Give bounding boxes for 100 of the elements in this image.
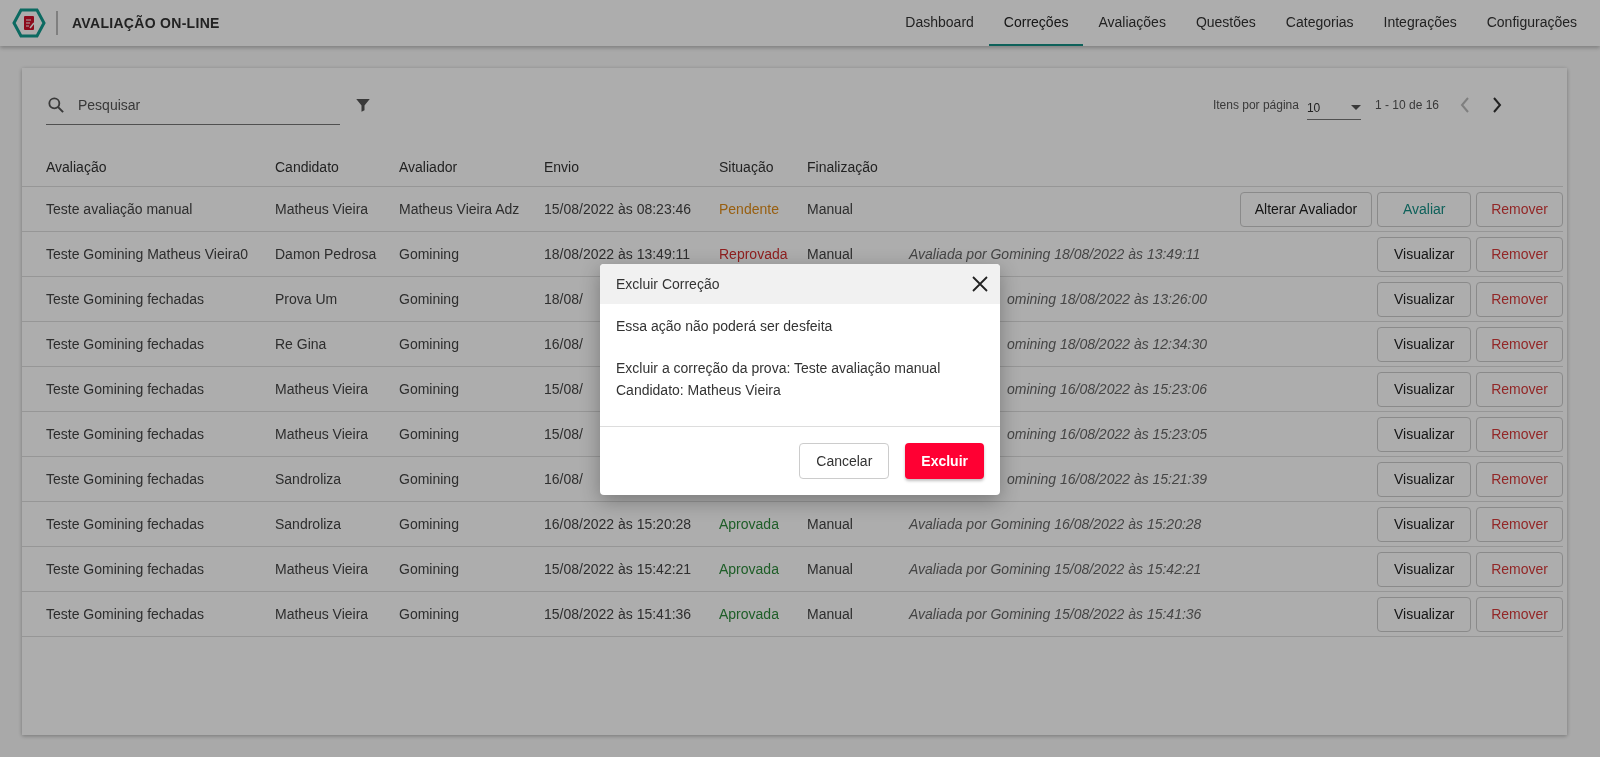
- row-action-button[interactable]: Alterar Avaliador: [1239, 191, 1373, 227]
- row-action-button[interactable]: Visualizar: [1377, 326, 1472, 362]
- row-action-button[interactable]: Remover: [1476, 281, 1563, 317]
- column-header: Candidato: [275, 159, 340, 175]
- evaluation-note: Avaliada por Gomining 15/08/2022 às 15:41:36: [907, 606, 1202, 622]
- table-cell: Teste Gomining fechadas: [46, 561, 204, 577]
- evaluation-note: Avaliada por Gomining 15/08/2022 às 15:42:21: [907, 561, 1202, 577]
- table-cell: Matheus Vieira: [275, 201, 369, 217]
- status-text: Aprovada: [719, 606, 779, 622]
- row-action-button[interactable]: Visualizar: [1377, 371, 1472, 407]
- evaluation-note: Avaliada por Gomining 16/08/2022 às 15:20:28: [907, 516, 1202, 532]
- table-cell: Teste Gomining Matheus Vieira0: [46, 246, 249, 262]
- table-cell: Gomining: [399, 246, 459, 262]
- table-cell: Matheus Vieira: [275, 426, 369, 442]
- table-cell: Gomining: [399, 516, 459, 532]
- row-action-button[interactable]: Remover: [1476, 506, 1563, 542]
- nav-tab[interactable]: Categorias: [1270, 0, 1369, 46]
- row-action-button[interactable]: Visualizar: [1377, 416, 1472, 452]
- row-action-button[interactable]: Remover: [1476, 461, 1563, 497]
- nav-tab[interactable]: Configurações: [1471, 0, 1592, 46]
- dialog-message: Essa ação não poderá ser desfeita: [616, 318, 834, 334]
- page-range: 1 - 10 de 16: [1374, 98, 1439, 112]
- table-cell: Sandroliza: [275, 471, 342, 487]
- table-cell: 15/08/: [544, 426, 583, 442]
- logo-icon: [12, 8, 46, 38]
- app-title: AVALIAÇÃO ON-LINE: [72, 15, 220, 31]
- row-action-button[interactable]: Visualizar: [1377, 551, 1472, 587]
- table-cell: Teste Gomining fechadas: [46, 516, 204, 532]
- column-header: Finalização: [807, 159, 879, 175]
- row-action-button[interactable]: Visualizar: [1377, 506, 1472, 542]
- row-action-button[interactable]: Visualizar: [1377, 281, 1472, 317]
- table-cell: Re Gina: [275, 336, 327, 352]
- table-cell: Gomining: [399, 561, 459, 577]
- dialog-button[interactable]: Cancelar: [799, 443, 890, 479]
- table-cell: Matheus Vieira: [275, 606, 369, 622]
- table-cell: Teste Gomining fechadas: [46, 606, 204, 622]
- row-action-button[interactable]: Remover: [1476, 596, 1563, 632]
- table-cell: Teste Gomining fechadas: [46, 336, 204, 352]
- evaluation-note: omining 16/08/2022 às 15:23:05: [1006, 426, 1208, 442]
- table-cell: Gomining: [399, 336, 459, 352]
- status-text: Reprovada: [719, 246, 788, 262]
- evaluation-note: omining 16/08/2022 às 15:23:06: [1006, 381, 1208, 397]
- table-cell: Manual: [807, 561, 853, 577]
- evaluation-note: omining 18/08/2022 às 12:34:30: [1006, 336, 1208, 352]
- row-action-button[interactable]: Remover: [1476, 236, 1563, 272]
- table-cell: Gomining: [399, 606, 459, 622]
- row-action-button[interactable]: Visualizar: [1377, 596, 1472, 632]
- table-cell: 15/08/2022 às 15:42:21: [544, 561, 692, 577]
- column-header: Avaliação: [46, 159, 108, 175]
- status-text: Aprovada: [719, 561, 779, 577]
- nav-tab[interactable]: Dashboard: [890, 0, 989, 46]
- row-action-button[interactable]: Remover: [1476, 371, 1563, 407]
- table-cell: Sandroliza: [275, 516, 342, 532]
- table-cell: Teste Gomining fechadas: [46, 381, 204, 397]
- table-cell: Manual: [807, 516, 853, 532]
- row-action-button[interactable]: Visualizar: [1377, 461, 1472, 497]
- table-cell: Teste Gomining fechadas: [46, 426, 204, 442]
- table-cell: Gomining: [399, 426, 459, 442]
- nav-tab[interactable]: Correções: [988, 0, 1084, 46]
- column-header: Situação: [719, 159, 775, 175]
- table-cell: 15/08/: [544, 381, 583, 397]
- items-per-page-label: Itens por página: [1212, 98, 1299, 112]
- dialog-title: Excluir Correção: [616, 276, 720, 292]
- table-cell: Teste Gomining fechadas: [46, 471, 204, 487]
- nav-tab[interactable]: Questões: [1180, 0, 1271, 46]
- table-cell: 15/08/2022 às 15:41:36: [544, 606, 692, 622]
- dialog-detail: Excluir a correção da prova: Teste avaliação manual: [616, 360, 942, 376]
- table-cell: Prova Um: [275, 291, 338, 307]
- close-icon[interactable]: [972, 276, 988, 292]
- nav-tab[interactable]: Avaliações: [1083, 0, 1181, 46]
- table-cell: Matheus Vieira: [275, 381, 369, 397]
- status-text: Pendente: [719, 201, 779, 217]
- row-action-button[interactable]: Visualizar: [1377, 236, 1472, 272]
- row-action-button[interactable]: Remover: [1476, 326, 1563, 362]
- table-cell: 18/08/: [544, 291, 583, 307]
- nav-tab[interactable]: Integrações: [1368, 0, 1472, 46]
- row-action-button[interactable]: Remover: [1476, 416, 1563, 452]
- row-action-button[interactable]: Remover: [1476, 191, 1563, 227]
- table-cell: Manual: [807, 606, 853, 622]
- table-cell: Teste Gomining fechadas: [46, 291, 204, 307]
- table-cell: 15/08/2022 às 08:23:46: [544, 201, 692, 217]
- table-cell: Gomining: [399, 291, 459, 307]
- column-header: Avaliador: [399, 159, 459, 175]
- table-cell: Gomining: [399, 381, 459, 397]
- row-action-button[interactable]: Remover: [1476, 551, 1563, 587]
- next-page-icon[interactable]: [1491, 97, 1503, 113]
- status-text: Aprovada: [719, 516, 779, 532]
- table-cell: 16/08/: [544, 471, 583, 487]
- filter-icon[interactable]: [354, 96, 372, 114]
- table-cell: 16/08/: [544, 336, 583, 352]
- evaluation-note: omining 18/08/2022 às 13:26:00: [1006, 291, 1208, 307]
- dialog-button[interactable]: Excluir: [905, 443, 984, 479]
- search-field[interactable]: Pesquisar: [46, 85, 340, 125]
- page-size-select[interactable]: 10: [1306, 90, 1361, 120]
- table-cell: 18/08/2022 às 13:49:11: [544, 246, 691, 262]
- column-header: Envio: [544, 159, 581, 175]
- table-cell: Matheus Vieira: [275, 561, 369, 577]
- evaluation-note: omining 16/08/2022 às 15:21:39: [1006, 471, 1208, 487]
- dialog-detail: Candidato: Matheus Vieira: [616, 382, 782, 398]
- table-cell: Damon Pedrosa: [275, 246, 377, 262]
